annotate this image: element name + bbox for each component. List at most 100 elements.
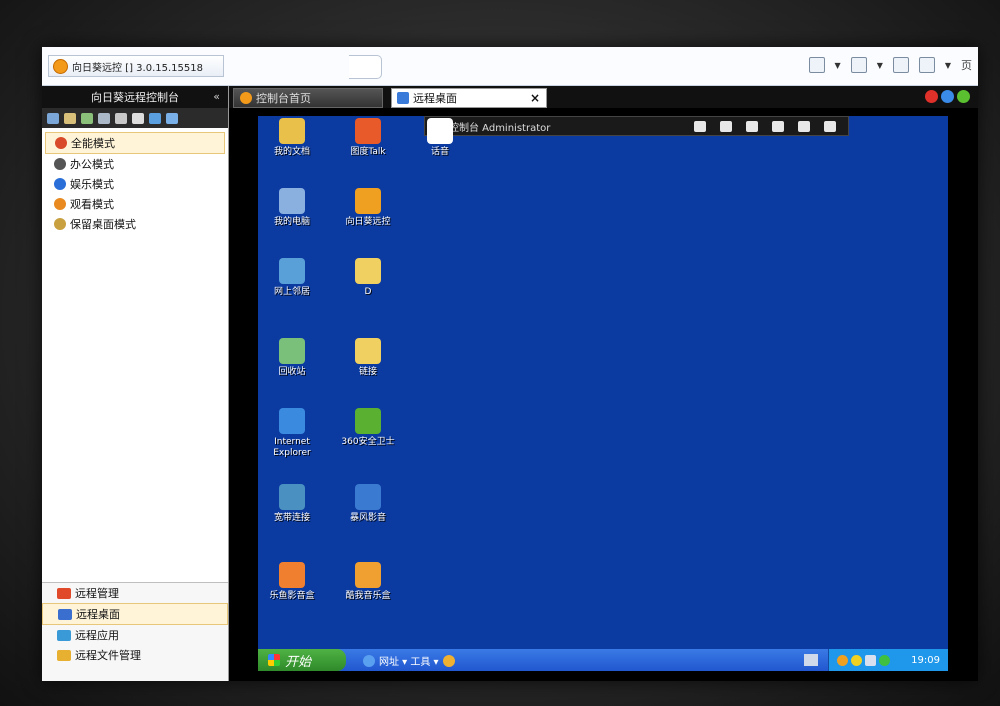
nav-item[interactable]: 远程管理 bbox=[42, 583, 228, 603]
desktop-shortcut[interactable]: 我的电脑 bbox=[260, 188, 324, 228]
desktop-shortcut[interactable]: Internet Explorer bbox=[260, 408, 324, 459]
keyboard-icon[interactable] bbox=[720, 120, 732, 132]
desktop-shortcut[interactable]: 网上邻居 bbox=[260, 258, 324, 298]
close-tab-button[interactable]: × bbox=[530, 91, 540, 105]
volume-tray-icon[interactable] bbox=[879, 654, 890, 666]
nav-item[interactable]: 远程桌面 bbox=[42, 603, 228, 625]
tab-label: 远程桌面 bbox=[413, 92, 457, 105]
shortcut-icon bbox=[279, 484, 305, 510]
shortcut-icon bbox=[355, 484, 381, 510]
sunflower-tray-icon[interactable] bbox=[837, 654, 848, 666]
nav-icon bbox=[58, 608, 72, 620]
sidebar-header: 向日葵远程控制台 « bbox=[42, 86, 228, 108]
new-tab-button[interactable] bbox=[349, 55, 382, 79]
list-icon[interactable] bbox=[98, 112, 110, 124]
feeds-icon[interactable] bbox=[850, 57, 867, 73]
refresh-icon[interactable] bbox=[746, 120, 758, 132]
shortcut-icon bbox=[355, 562, 381, 588]
tab-console-home[interactable]: 控制台首页 bbox=[233, 88, 383, 108]
window-icon[interactable] bbox=[166, 112, 178, 124]
desktop-shortcut[interactable]: 暴风影音 bbox=[336, 484, 400, 524]
nav-item[interactable]: 远程应用 bbox=[42, 625, 228, 645]
mode-label: 办公模式 bbox=[70, 158, 114, 171]
sunflower-icon[interactable] bbox=[442, 654, 455, 667]
monitor-icon[interactable] bbox=[115, 112, 127, 124]
shortcut-icon bbox=[355, 118, 381, 144]
chevron-down-icon[interactable]: ▼ bbox=[835, 61, 841, 70]
app-window: 向日葵远控 [] 3.0.15.15518 ▼ ▼ ▼ 页 向日葵远程控制台 «… bbox=[42, 47, 978, 681]
shortcut-icon bbox=[279, 338, 305, 364]
shortcut-label: D bbox=[364, 287, 372, 297]
chevron-down-icon[interactable]: ▼ bbox=[877, 61, 883, 70]
shortcut-icon bbox=[355, 188, 381, 214]
desktop-shortcut[interactable]: 向日葵远控 bbox=[336, 188, 400, 228]
desktop-shortcut[interactable]: D bbox=[336, 258, 400, 298]
keyboard-layout-icon[interactable] bbox=[804, 654, 818, 666]
nav-label: 远程应用 bbox=[75, 629, 119, 642]
screen-icon[interactable] bbox=[149, 112, 161, 124]
shortcut-icon bbox=[279, 118, 305, 144]
mouse-icon[interactable] bbox=[694, 120, 706, 132]
mail-icon[interactable] bbox=[892, 57, 909, 73]
mode-item[interactable]: 娱乐模式 bbox=[45, 174, 225, 194]
desktop-shortcut[interactable]: 我的文档 bbox=[260, 118, 324, 158]
sunflower-icon bbox=[240, 92, 252, 104]
desktop-shortcut[interactable]: 360安全卫士 bbox=[336, 408, 400, 448]
users-icon[interactable] bbox=[81, 112, 93, 124]
mode-icon bbox=[54, 198, 66, 210]
shortcut-label: 暴风影音 bbox=[349, 513, 386, 523]
browser-toolbar: 向日葵远控 [] 3.0.15.15518 ▼ ▼ ▼ 页 bbox=[42, 47, 978, 86]
tab-label: 控制台首页 bbox=[256, 92, 311, 105]
desktop-shortcut[interactable]: 酷我音乐盒 bbox=[336, 562, 400, 602]
bottom-nav: 远程管理 远程桌面远程应用远程文件管理 bbox=[42, 582, 228, 681]
collapse-button[interactable]: « bbox=[213, 90, 220, 103]
nav-label: 远程文件管理 bbox=[75, 649, 141, 662]
desktop-shortcut[interactable]: 回收站 bbox=[260, 338, 324, 378]
shortcut-label: Internet Explorer bbox=[273, 437, 311, 458]
desktop-shortcut[interactable]: 链接 bbox=[336, 338, 400, 378]
start-button[interactable]: 开始 bbox=[258, 649, 346, 671]
desktop-shortcut[interactable]: 宽带连接 bbox=[260, 484, 324, 524]
network-tray-icon[interactable] bbox=[865, 654, 876, 666]
shortcut-icon bbox=[427, 118, 453, 144]
tab-remote-desktop[interactable]: 远程桌面 × bbox=[391, 88, 547, 108]
remote-desktop-screen[interactable]: 控制台 Administrator 开始 网址 ▾ 工具 ▾ 19:09 我的文… bbox=[258, 116, 948, 671]
shortcut-icon bbox=[355, 338, 381, 364]
mode-item[interactable]: 保留桌面模式 bbox=[45, 214, 225, 234]
shortcut-label: 我的电脑 bbox=[273, 217, 310, 227]
start-label: 开始 bbox=[285, 654, 312, 670]
shortcut-icon bbox=[355, 258, 381, 284]
shortcut-icon bbox=[279, 562, 305, 588]
shield-tray-icon[interactable] bbox=[851, 654, 862, 666]
desktop-shortcut[interactable]: 话音 bbox=[408, 118, 472, 158]
mode-item[interactable]: 全能模式 bbox=[45, 132, 225, 154]
mode-item[interactable]: 观看模式 bbox=[45, 194, 225, 214]
view-icon[interactable] bbox=[47, 112, 59, 124]
nav-item[interactable]: 远程文件管理 bbox=[42, 645, 228, 665]
print-icon[interactable] bbox=[918, 57, 935, 73]
window-controls bbox=[925, 90, 970, 103]
sidebar-toolbar bbox=[42, 108, 228, 128]
hand-icon[interactable] bbox=[798, 120, 810, 132]
fullscreen-icon[interactable] bbox=[772, 120, 784, 132]
page-menu[interactable]: 页 bbox=[961, 57, 972, 73]
mode-item[interactable]: 办公模式 bbox=[45, 154, 225, 174]
ie-icon[interactable] bbox=[363, 654, 375, 667]
expand-icon[interactable] bbox=[824, 120, 836, 132]
gear-icon[interactable] bbox=[132, 112, 144, 124]
browser-tab[interactable]: 向日葵远控 [] 3.0.15.15518 bbox=[48, 55, 224, 77]
shortcut-label: 图度Talk bbox=[350, 147, 386, 157]
close-icon[interactable] bbox=[925, 90, 938, 103]
desktop-shortcut[interactable]: 乐鱼影音盒 bbox=[260, 562, 324, 602]
folder-icon[interactable] bbox=[64, 112, 76, 124]
quick-launch: 网址 ▾ 工具 ▾ bbox=[363, 653, 455, 668]
info-icon[interactable] bbox=[957, 90, 970, 103]
settings-icon[interactable] bbox=[941, 90, 954, 103]
mode-label: 娱乐模式 bbox=[70, 178, 114, 191]
chevron-down-icon[interactable]: ▼ bbox=[945, 61, 951, 70]
quicklaunch-label[interactable]: 网址 ▾ 工具 ▾ bbox=[379, 653, 439, 668]
desktop-shortcut[interactable]: 图度Talk bbox=[336, 118, 400, 158]
home-icon[interactable] bbox=[808, 57, 825, 73]
browser-tab-title: 向日葵远控 [] 3.0.15.15518 bbox=[72, 62, 203, 74]
browser-tools: ▼ ▼ ▼ 页 bbox=[808, 57, 972, 73]
